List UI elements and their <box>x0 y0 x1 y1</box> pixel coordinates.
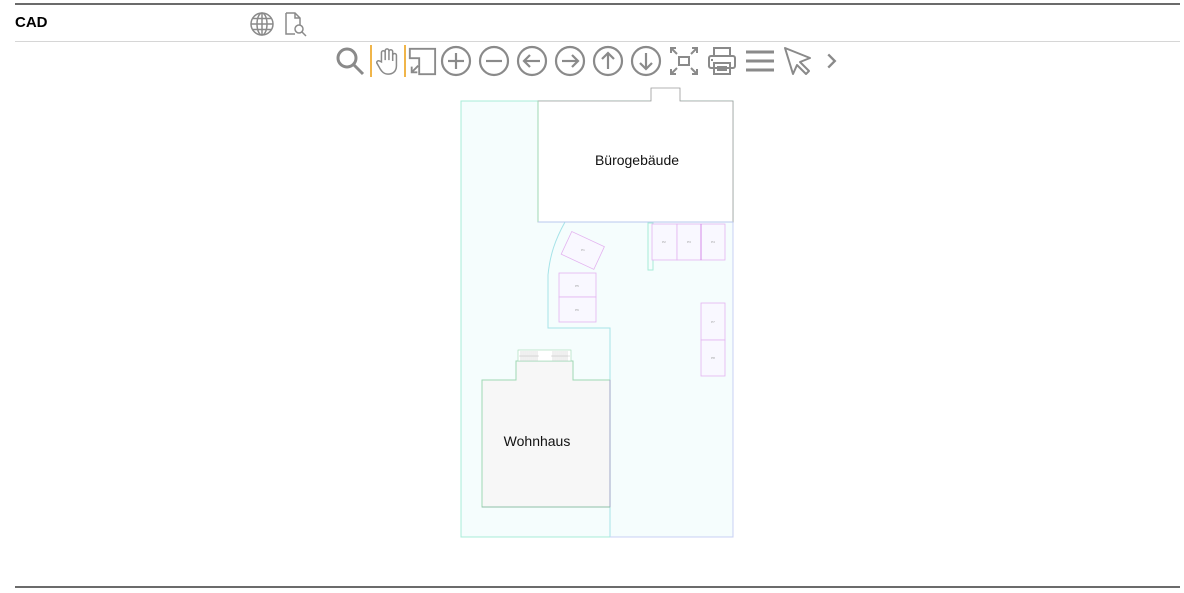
hamburger-icon[interactable] <box>741 44 779 78</box>
entrance-stairs <box>517 349 572 362</box>
pointer-icon[interactable] <box>779 44 817 78</box>
arrow-down-circle-icon[interactable] <box>627 44 665 78</box>
printer-icon[interactable] <box>703 44 741 78</box>
arrow-right-circle-icon[interactable] <box>551 44 589 78</box>
parking-spot-label: P4 <box>711 240 715 244</box>
toolbar-separator <box>404 45 406 77</box>
office-building-label: Bürogebäude <box>595 152 679 168</box>
parking-spot-label: P8 <box>711 356 715 360</box>
cad-toolbar <box>331 44 847 78</box>
fit-extents-icon[interactable] <box>665 44 703 78</box>
parking-spot-label: P7 <box>711 320 715 324</box>
document-search-icon[interactable] <box>283 11 309 37</box>
bottom-border <box>15 586 1180 588</box>
parking-spot-label: P1 <box>581 248 585 252</box>
chevron-right-icon[interactable] <box>817 44 847 78</box>
toolbar-separator <box>370 45 372 77</box>
zoom-window-icon[interactable] <box>407 44 437 78</box>
top-border <box>15 3 1180 5</box>
cad-drawing[interactable]: Bürogebäude P1 P2 P3 P4 P5 P6 P7 P8 Wohn… <box>455 85 745 545</box>
header-divider <box>15 41 1180 42</box>
parking-spot-label: P2 <box>662 240 666 244</box>
parking-spot-label: P6 <box>575 308 579 312</box>
residential-building-label: Wohnhaus <box>504 433 571 449</box>
hand-icon[interactable] <box>373 44 403 78</box>
panel-title: CAD <box>15 14 48 31</box>
parking-spot-label: P3 <box>687 240 691 244</box>
globe-icon[interactable] <box>249 11 275 37</box>
parking-spot-label: P5 <box>575 284 579 288</box>
arrow-up-circle-icon[interactable] <box>589 44 627 78</box>
plus-circle-icon[interactable] <box>437 44 475 78</box>
magnifier-icon[interactable] <box>331 44 369 78</box>
arrow-left-circle-icon[interactable] <box>513 44 551 78</box>
minus-circle-icon[interactable] <box>475 44 513 78</box>
